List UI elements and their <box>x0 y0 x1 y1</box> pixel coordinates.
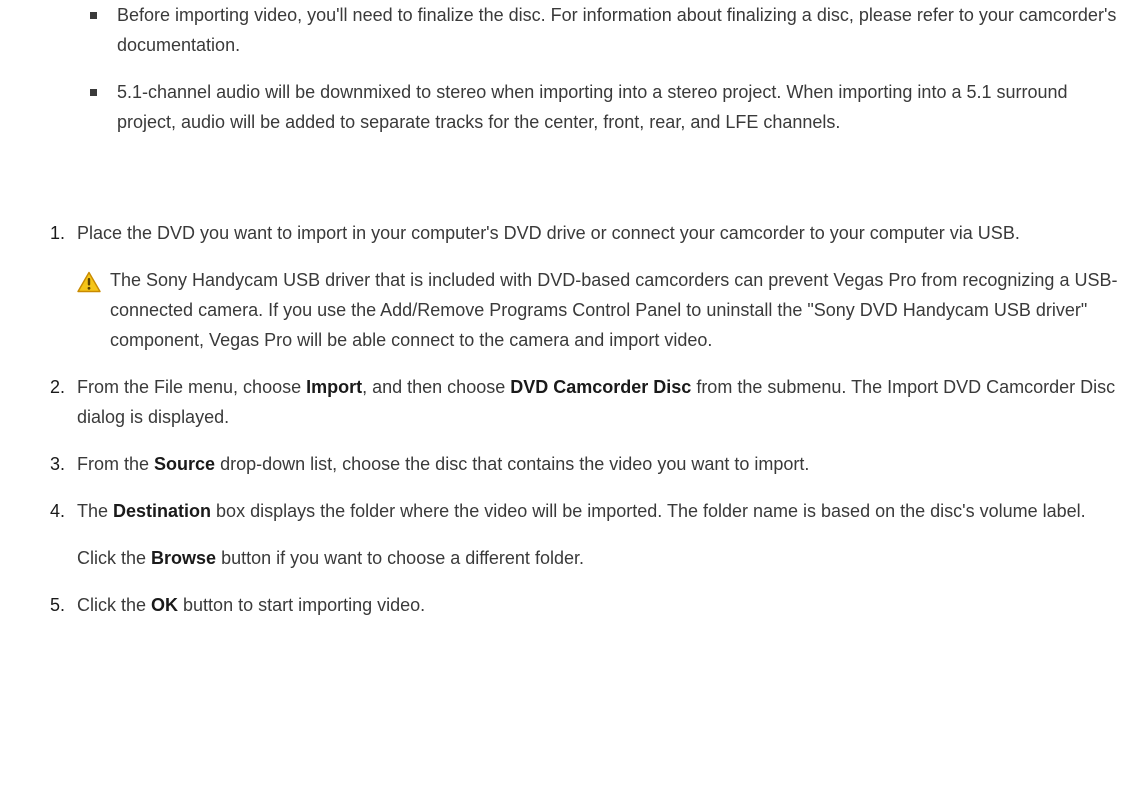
step-text-part: button if you want to choose a different… <box>216 548 584 568</box>
step-text-part: , and then choose <box>362 377 511 397</box>
step-text: Click the OK button to start importing v… <box>77 590 1120 620</box>
help-page: Before importing video, you'll need to f… <box>0 0 1129 791</box>
ui-term-source: Source <box>154 454 216 474</box>
step-number: 5. <box>50 595 66 615</box>
bullet-text: 5.1-channel audio will be downmixed to s… <box>117 82 1068 132</box>
square-bullet-icon <box>90 12 97 19</box>
step-1: 1. Place the DVD you want to import in y… <box>50 218 1120 355</box>
step-number: 2. <box>50 377 66 397</box>
step-text-part: button to start importing video. <box>178 595 426 615</box>
step-text-part: From the File menu, choose <box>77 377 307 397</box>
step-text: The Destination box displays the folder … <box>77 496 1120 526</box>
step-number: 4. <box>50 501 66 521</box>
ui-term-import: Import <box>306 377 363 397</box>
ui-term-ok: OK <box>151 595 179 615</box>
step-text-part: drop-down list, choose the disc that con… <box>215 454 810 474</box>
step-text-part: Click the <box>77 595 152 615</box>
ui-term-browse: Browse <box>151 548 217 568</box>
bullet-text: Before importing video, you'll need to f… <box>117 5 1117 55</box>
procedure-steps: 1. Place the DVD you want to import in y… <box>50 218 1120 637</box>
step-3: 3. From the Source drop-down list, choos… <box>50 449 1120 479</box>
step-5: 5. Click the OK button to start importin… <box>50 590 1120 620</box>
step-number: 3. <box>50 454 66 474</box>
warning-note: The Sony Handycam USB driver that is inc… <box>77 265 1120 355</box>
bullet-item: Before importing video, you'll need to f… <box>90 0 1120 60</box>
bullet-item: 5.1-channel audio will be downmixed to s… <box>90 77 1120 137</box>
ui-term-dvd-camcorder-disc: DVD Camcorder Disc <box>510 377 692 397</box>
step-text: Place the DVD you want to import in your… <box>77 223 1020 243</box>
warning-icon <box>77 271 101 293</box>
step-2: 2. From the File menu, choose Import, an… <box>50 372 1120 432</box>
step-4: 4. The Destination box displays the fold… <box>50 496 1120 573</box>
step-text: From the Source drop-down list, choose t… <box>77 449 1120 479</box>
step-followup-text: Click the Browse button if you want to c… <box>77 543 1120 573</box>
step-text-part: The <box>77 501 114 521</box>
step-text-part: From the <box>77 454 155 474</box>
square-bullet-icon <box>90 89 97 96</box>
ui-term-destination: Destination <box>113 501 212 521</box>
warning-note-text: The Sony Handycam USB driver that is inc… <box>110 270 1118 350</box>
step-text-part: Click the <box>77 548 152 568</box>
notes-bullet-list: Before importing video, you'll need to f… <box>90 0 1120 154</box>
step-number: 1. <box>50 223 66 243</box>
step-text-part: box displays the folder where the video … <box>211 501 1086 521</box>
step-text: From the File menu, choose Import, and t… <box>77 372 1120 432</box>
